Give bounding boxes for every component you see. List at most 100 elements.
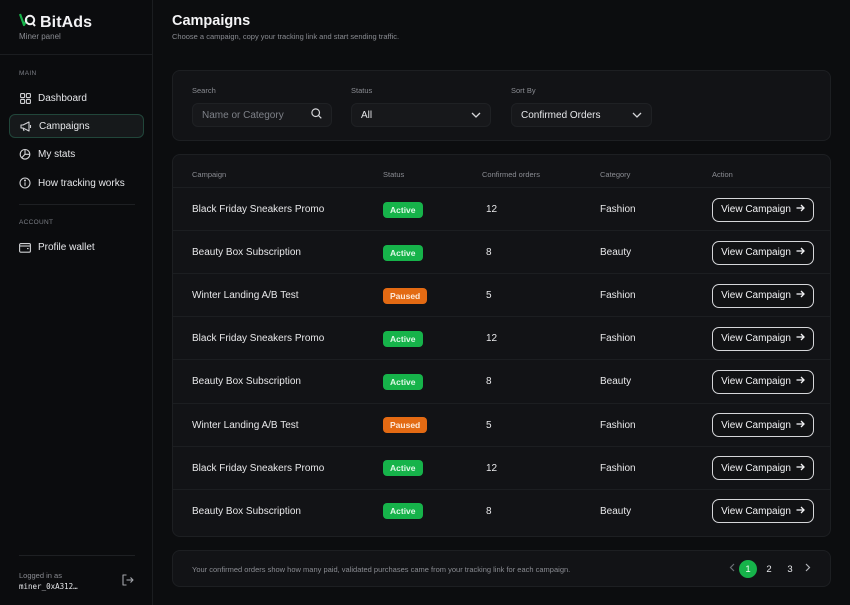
- table-row: Winter Landing A/B Test Paused 5 Fashion Vie…: [173, 402, 830, 447]
- column-header-category: Category: [600, 170, 631, 179]
- sidebar-item-profile-wallet[interactable]: Profile wallet: [9, 235, 144, 259]
- status-cell: Paused: [383, 404, 428, 447]
- category: Fashion: [600, 462, 636, 474]
- campaign-name: Winter Landing A/B Test: [192, 290, 299, 302]
- info-icon: [19, 177, 31, 189]
- sidebar-item-how-tracking-works[interactable]: How tracking works: [9, 171, 144, 195]
- confirmed-orders: 8: [486, 376, 492, 388]
- action-cell: View Campaign: [712, 490, 814, 533]
- sidebar-item-dashboard[interactable]: Dashboard: [9, 86, 144, 110]
- arrow-right-icon: [796, 290, 805, 301]
- pagination-page-2[interactable]: 2: [760, 560, 778, 578]
- view-campaign-label: View Campaign: [721, 247, 791, 259]
- arrow-right-icon: [796, 204, 805, 215]
- status-cell: Active: [383, 317, 423, 360]
- chevron-down-icon: [632, 110, 642, 121]
- campaign-name: Beauty Box Subscription: [192, 505, 301, 517]
- sort-select[interactable]: Confirmed Orders: [511, 103, 652, 127]
- wallet-icon: [19, 241, 31, 253]
- status-cell: Active: [383, 360, 423, 403]
- view-campaign-label: View Campaign: [721, 376, 791, 388]
- sidebar-item-label: How tracking works: [38, 177, 125, 189]
- confirmed-orders: 5: [486, 419, 492, 431]
- logged-in-user: miner_0xA312…: [19, 582, 78, 591]
- status-badge: Paused: [383, 287, 428, 304]
- arrow-right-icon: [796, 420, 805, 431]
- pagination-page-1[interactable]: 1: [739, 560, 757, 578]
- sidebar: BitAds Miner panel MAIN Dashboard Campai…: [0, 0, 153, 605]
- status-badge: Active: [383, 503, 423, 520]
- pie-chart-icon: [19, 148, 31, 160]
- table-row: Winter Landing A/B Test Paused 5 Fashion Vie…: [173, 273, 830, 316]
- campaign-name: Winter Landing A/B Test: [192, 419, 299, 431]
- view-campaign-button[interactable]: View Campaign: [712, 240, 814, 265]
- view-campaign-button[interactable]: View Campaign: [712, 197, 814, 222]
- view-campaign-button[interactable]: View Campaign: [712, 326, 814, 351]
- megaphone-icon: [20, 120, 32, 132]
- status-label: Status: [351, 86, 373, 95]
- status-cell: Active: [383, 447, 423, 490]
- column-header-action: Action: [712, 170, 733, 179]
- footer-note: Your confirmed orders show how many paid…: [192, 565, 571, 574]
- view-campaign-button[interactable]: View Campaign: [712, 413, 814, 437]
- table-row: Beauty Box Subscription Active 8 Beauty View…: [173, 488, 830, 533]
- confirmed-orders: 5: [486, 290, 492, 302]
- campaign-name: Black Friday Sneakers Promo: [192, 204, 325, 215]
- search-placeholder: Name or Category: [202, 109, 284, 121]
- view-campaign-label: View Campaign: [721, 333, 791, 345]
- campaign-name: Beauty Box Subscription: [192, 376, 301, 388]
- action-cell: View Campaign: [712, 317, 814, 360]
- category: Fashion: [600, 204, 636, 215]
- pagination-page-3[interactable]: 3: [781, 560, 799, 578]
- campaigns-table: Campaign Status Confirmed orders Categor…: [172, 154, 831, 537]
- column-header-campaign: Campaign: [192, 170, 227, 179]
- confirmed-orders: 12: [486, 204, 498, 215]
- view-campaign-button[interactable]: View Campaign: [712, 369, 814, 394]
- action-cell: View Campaign: [712, 231, 814, 274]
- confirmed-orders: 12: [486, 462, 498, 474]
- divider: [19, 555, 135, 556]
- action-cell: View Campaign: [712, 404, 814, 447]
- arrow-right-icon: [796, 376, 805, 387]
- footer-panel: Your confirmed orders show how many paid…: [172, 550, 831, 587]
- sort-value: Confirmed Orders: [521, 109, 601, 121]
- view-campaign-button[interactable]: View Campaign: [712, 499, 814, 524]
- divider: [0, 54, 152, 55]
- chevron-right-icon: [805, 563, 811, 575]
- filter-panel: Search Name or Category Status All Sort …: [172, 70, 831, 141]
- column-header-confirmed-orders: Confirmed orders: [482, 170, 540, 179]
- arrow-right-icon: [796, 247, 805, 258]
- view-campaign-button[interactable]: View Campaign: [712, 283, 814, 308]
- page-title: Campaigns: [172, 13, 251, 29]
- status-cell: Active: [383, 188, 423, 231]
- logged-in-label: Logged in as: [19, 571, 62, 580]
- table-row: Beauty Box Subscription Active 8 Beauty View…: [173, 359, 830, 402]
- confirmed-orders: 8: [486, 505, 492, 517]
- table-row: Black Friday Sneakers Promo Active 12 Fashi…: [173, 316, 830, 359]
- status-badge: Active: [383, 244, 423, 261]
- logout-icon[interactable]: [122, 573, 134, 586]
- status-cell: Active: [383, 490, 423, 533]
- pagination-prev-button[interactable]: [726, 560, 738, 578]
- search-input[interactable]: Name or Category: [192, 103, 332, 127]
- category: Fashion: [600, 333, 636, 345]
- sidebar-item-my-stats[interactable]: My stats: [9, 142, 144, 166]
- action-cell: View Campaign: [712, 274, 814, 317]
- status-select[interactable]: All: [351, 103, 491, 127]
- view-campaign-button[interactable]: View Campaign: [712, 456, 814, 481]
- sidebar-item-label: Profile wallet: [38, 241, 95, 253]
- action-cell: View Campaign: [712, 360, 814, 403]
- confirmed-orders: 8: [486, 247, 492, 259]
- sidebar-item-label: Campaigns: [39, 120, 90, 132]
- brand[interactable]: BitAds: [18, 13, 92, 32]
- pagination-next-button[interactable]: [802, 560, 814, 578]
- arrow-right-icon: [796, 506, 805, 517]
- campaign-name: Beauty Box Subscription: [192, 247, 301, 259]
- sidebar-item-campaigns[interactable]: Campaigns: [9, 114, 144, 138]
- view-campaign-label: View Campaign: [721, 505, 791, 517]
- category: Beauty: [600, 247, 632, 259]
- category: Fashion: [600, 290, 636, 302]
- sidebar-item-label: Dashboard: [38, 92, 87, 104]
- view-campaign-label: View Campaign: [721, 204, 791, 215]
- search-icon[interactable]: [311, 108, 322, 122]
